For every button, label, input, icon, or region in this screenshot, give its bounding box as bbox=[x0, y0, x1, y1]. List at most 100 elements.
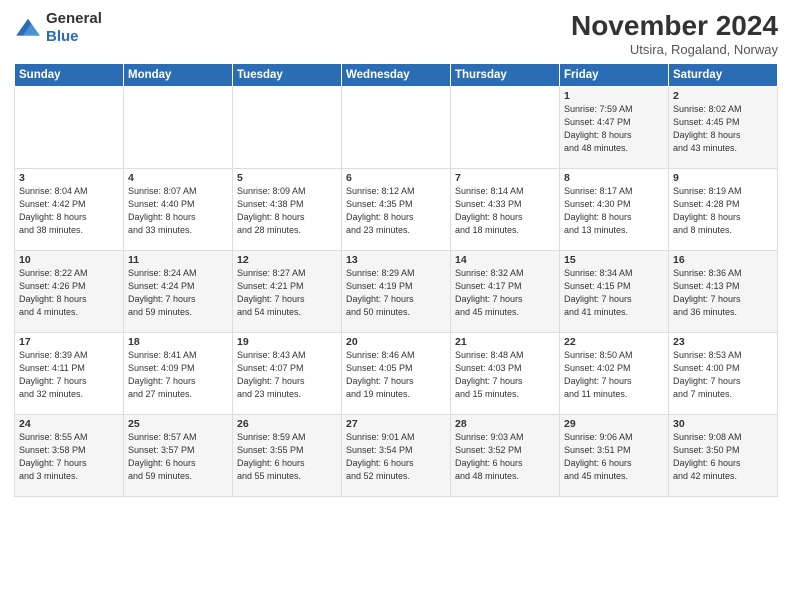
col-friday: Friday bbox=[560, 64, 669, 87]
calendar-cell bbox=[15, 87, 124, 169]
day-number: 23 bbox=[673, 336, 773, 348]
day-info: Sunrise: 8:19 AM Sunset: 4:28 PM Dayligh… bbox=[673, 185, 773, 237]
calendar-week-4: 24Sunrise: 8:55 AM Sunset: 3:58 PM Dayli… bbox=[15, 415, 778, 497]
col-sunday: Sunday bbox=[15, 64, 124, 87]
day-number: 8 bbox=[564, 172, 664, 184]
calendar-cell: 29Sunrise: 9:06 AM Sunset: 3:51 PM Dayli… bbox=[560, 415, 669, 497]
day-number: 5 bbox=[237, 172, 337, 184]
day-info: Sunrise: 9:06 AM Sunset: 3:51 PM Dayligh… bbox=[564, 431, 664, 483]
calendar-cell: 21Sunrise: 8:48 AM Sunset: 4:03 PM Dayli… bbox=[451, 333, 560, 415]
calendar-cell: 12Sunrise: 8:27 AM Sunset: 4:21 PM Dayli… bbox=[233, 251, 342, 333]
day-info: Sunrise: 8:27 AM Sunset: 4:21 PM Dayligh… bbox=[237, 267, 337, 319]
day-info: Sunrise: 8:46 AM Sunset: 4:05 PM Dayligh… bbox=[346, 349, 446, 401]
day-number: 11 bbox=[128, 254, 228, 266]
calendar-cell: 3Sunrise: 8:04 AM Sunset: 4:42 PM Daylig… bbox=[15, 169, 124, 251]
calendar-cell: 9Sunrise: 8:19 AM Sunset: 4:28 PM Daylig… bbox=[669, 169, 778, 251]
day-info: Sunrise: 8:50 AM Sunset: 4:02 PM Dayligh… bbox=[564, 349, 664, 401]
day-number: 1 bbox=[564, 90, 664, 102]
day-number: 18 bbox=[128, 336, 228, 348]
calendar-cell: 10Sunrise: 8:22 AM Sunset: 4:26 PM Dayli… bbox=[15, 251, 124, 333]
day-info: Sunrise: 9:08 AM Sunset: 3:50 PM Dayligh… bbox=[673, 431, 773, 483]
calendar-cell: 26Sunrise: 8:59 AM Sunset: 3:55 PM Dayli… bbox=[233, 415, 342, 497]
day-number: 26 bbox=[237, 418, 337, 430]
day-number: 2 bbox=[673, 90, 773, 102]
day-info: Sunrise: 8:09 AM Sunset: 4:38 PM Dayligh… bbox=[237, 185, 337, 237]
calendar-week-3: 17Sunrise: 8:39 AM Sunset: 4:11 PM Dayli… bbox=[15, 333, 778, 415]
logo: General Blue bbox=[14, 10, 102, 46]
calendar-week-2: 10Sunrise: 8:22 AM Sunset: 4:26 PM Dayli… bbox=[15, 251, 778, 333]
day-info: Sunrise: 8:57 AM Sunset: 3:57 PM Dayligh… bbox=[128, 431, 228, 483]
calendar-cell: 25Sunrise: 8:57 AM Sunset: 3:57 PM Dayli… bbox=[124, 415, 233, 497]
col-monday: Monday bbox=[124, 64, 233, 87]
day-info: Sunrise: 8:24 AM Sunset: 4:24 PM Dayligh… bbox=[128, 267, 228, 319]
calendar-table: Sunday Monday Tuesday Wednesday Thursday… bbox=[14, 63, 778, 497]
calendar-cell: 28Sunrise: 9:03 AM Sunset: 3:52 PM Dayli… bbox=[451, 415, 560, 497]
day-info: Sunrise: 8:29 AM Sunset: 4:19 PM Dayligh… bbox=[346, 267, 446, 319]
calendar-header-row: Sunday Monday Tuesday Wednesday Thursday… bbox=[15, 64, 778, 87]
day-info: Sunrise: 8:32 AM Sunset: 4:17 PM Dayligh… bbox=[455, 267, 555, 319]
day-info: Sunrise: 8:04 AM Sunset: 4:42 PM Dayligh… bbox=[19, 185, 119, 237]
day-number: 25 bbox=[128, 418, 228, 430]
calendar-cell: 13Sunrise: 8:29 AM Sunset: 4:19 PM Dayli… bbox=[342, 251, 451, 333]
calendar-cell: 30Sunrise: 9:08 AM Sunset: 3:50 PM Dayli… bbox=[669, 415, 778, 497]
day-info: Sunrise: 8:39 AM Sunset: 4:11 PM Dayligh… bbox=[19, 349, 119, 401]
day-info: Sunrise: 8:34 AM Sunset: 4:15 PM Dayligh… bbox=[564, 267, 664, 319]
day-info: Sunrise: 8:48 AM Sunset: 4:03 PM Dayligh… bbox=[455, 349, 555, 401]
col-wednesday: Wednesday bbox=[342, 64, 451, 87]
calendar-cell: 7Sunrise: 8:14 AM Sunset: 4:33 PM Daylig… bbox=[451, 169, 560, 251]
calendar-cell: 8Sunrise: 8:17 AM Sunset: 4:30 PM Daylig… bbox=[560, 169, 669, 251]
calendar-cell: 19Sunrise: 8:43 AM Sunset: 4:07 PM Dayli… bbox=[233, 333, 342, 415]
day-info: Sunrise: 8:53 AM Sunset: 4:00 PM Dayligh… bbox=[673, 349, 773, 401]
day-number: 14 bbox=[455, 254, 555, 266]
day-number: 22 bbox=[564, 336, 664, 348]
calendar-cell: 16Sunrise: 8:36 AM Sunset: 4:13 PM Dayli… bbox=[669, 251, 778, 333]
day-number: 7 bbox=[455, 172, 555, 184]
day-info: Sunrise: 8:36 AM Sunset: 4:13 PM Dayligh… bbox=[673, 267, 773, 319]
calendar-cell: 17Sunrise: 8:39 AM Sunset: 4:11 PM Dayli… bbox=[15, 333, 124, 415]
day-info: Sunrise: 9:03 AM Sunset: 3:52 PM Dayligh… bbox=[455, 431, 555, 483]
day-number: 9 bbox=[673, 172, 773, 184]
day-info: Sunrise: 9:01 AM Sunset: 3:54 PM Dayligh… bbox=[346, 431, 446, 483]
day-number: 20 bbox=[346, 336, 446, 348]
calendar-cell: 2Sunrise: 8:02 AM Sunset: 4:45 PM Daylig… bbox=[669, 87, 778, 169]
calendar-cell: 24Sunrise: 8:55 AM Sunset: 3:58 PM Dayli… bbox=[15, 415, 124, 497]
month-year: November 2024 bbox=[571, 10, 778, 42]
calendar-cell bbox=[342, 87, 451, 169]
col-thursday: Thursday bbox=[451, 64, 560, 87]
day-number: 10 bbox=[19, 254, 119, 266]
calendar-cell: 15Sunrise: 8:34 AM Sunset: 4:15 PM Dayli… bbox=[560, 251, 669, 333]
calendar-cell: 18Sunrise: 8:41 AM Sunset: 4:09 PM Dayli… bbox=[124, 333, 233, 415]
day-number: 24 bbox=[19, 418, 119, 430]
logo-general: General bbox=[46, 10, 102, 27]
day-info: Sunrise: 7:59 AM Sunset: 4:47 PM Dayligh… bbox=[564, 103, 664, 155]
calendar-cell bbox=[451, 87, 560, 169]
location: Utsira, Rogaland, Norway bbox=[571, 42, 778, 57]
day-number: 3 bbox=[19, 172, 119, 184]
day-number: 13 bbox=[346, 254, 446, 266]
day-info: Sunrise: 8:41 AM Sunset: 4:09 PM Dayligh… bbox=[128, 349, 228, 401]
day-info: Sunrise: 8:17 AM Sunset: 4:30 PM Dayligh… bbox=[564, 185, 664, 237]
calendar-cell: 27Sunrise: 9:01 AM Sunset: 3:54 PM Dayli… bbox=[342, 415, 451, 497]
day-info: Sunrise: 8:55 AM Sunset: 3:58 PM Dayligh… bbox=[19, 431, 119, 483]
page-container: General Blue November 2024 Utsira, Rogal… bbox=[0, 0, 792, 505]
calendar-cell: 23Sunrise: 8:53 AM Sunset: 4:00 PM Dayli… bbox=[669, 333, 778, 415]
day-info: Sunrise: 8:22 AM Sunset: 4:26 PM Dayligh… bbox=[19, 267, 119, 319]
day-info: Sunrise: 8:43 AM Sunset: 4:07 PM Dayligh… bbox=[237, 349, 337, 401]
calendar-cell: 20Sunrise: 8:46 AM Sunset: 4:05 PM Dayli… bbox=[342, 333, 451, 415]
calendar-week-0: 1Sunrise: 7:59 AM Sunset: 4:47 PM Daylig… bbox=[15, 87, 778, 169]
day-info: Sunrise: 8:02 AM Sunset: 4:45 PM Dayligh… bbox=[673, 103, 773, 155]
calendar-cell: 1Sunrise: 7:59 AM Sunset: 4:47 PM Daylig… bbox=[560, 87, 669, 169]
day-number: 12 bbox=[237, 254, 337, 266]
calendar-cell bbox=[233, 87, 342, 169]
header: General Blue November 2024 Utsira, Rogal… bbox=[14, 10, 778, 57]
calendar-cell: 22Sunrise: 8:50 AM Sunset: 4:02 PM Dayli… bbox=[560, 333, 669, 415]
day-number: 4 bbox=[128, 172, 228, 184]
day-info: Sunrise: 8:14 AM Sunset: 4:33 PM Dayligh… bbox=[455, 185, 555, 237]
calendar-cell: 14Sunrise: 8:32 AM Sunset: 4:17 PM Dayli… bbox=[451, 251, 560, 333]
col-saturday: Saturday bbox=[669, 64, 778, 87]
day-number: 19 bbox=[237, 336, 337, 348]
day-number: 6 bbox=[346, 172, 446, 184]
calendar-cell: 6Sunrise: 8:12 AM Sunset: 4:35 PM Daylig… bbox=[342, 169, 451, 251]
logo-blue: Blue bbox=[46, 28, 79, 45]
calendar-week-1: 3Sunrise: 8:04 AM Sunset: 4:42 PM Daylig… bbox=[15, 169, 778, 251]
